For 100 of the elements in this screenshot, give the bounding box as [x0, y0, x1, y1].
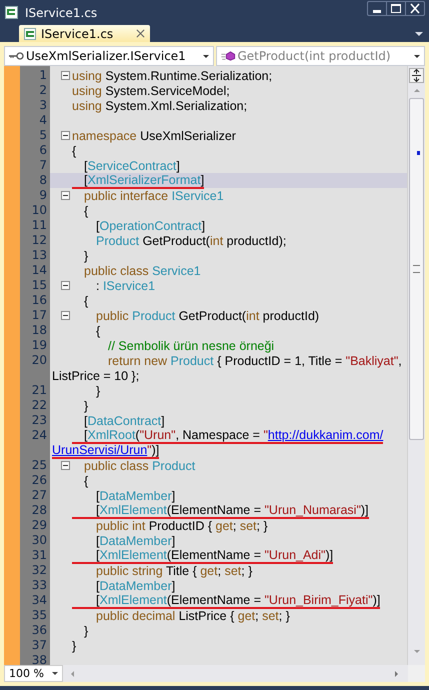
line-number: 20 [32, 353, 47, 367]
code-line: Product GetProduct(int productId); [95, 234, 286, 248]
line-number: 27 [32, 488, 47, 502]
line-number: 9 [39, 188, 47, 202]
collapse-icon[interactable] [61, 131, 70, 140]
collapse-icon[interactable] [61, 281, 70, 290]
splitter-icon[interactable] [409, 68, 424, 83]
code-line: { [83, 474, 88, 488]
collapse-icon[interactable] [61, 71, 70, 80]
code-line: // Sembolik ürün nesne örneği [107, 338, 274, 352]
vertical-scrollbar[interactable] [407, 66, 425, 665]
line-number: 4 [39, 113, 47, 127]
code-line: public class Product [83, 458, 196, 472]
code-line: [XmlElement(ElementName = "Urun_Adi")] [72, 548, 334, 564]
code-line: { [72, 144, 76, 158]
line-number: 17 [32, 308, 47, 322]
member-dropdown[interactable]: GetProduct(int productId) [216, 46, 425, 66]
line-number: 28 [32, 503, 47, 517]
code-line: [XmlSerializerFormat] [72, 172, 204, 188]
code-line: } [83, 398, 88, 412]
line-number: 2 [39, 83, 47, 97]
window-title: IService1.cs [25, 6, 98, 20]
type-dropdown[interactable]: UseXmlSerializer.IService1 [4, 46, 214, 66]
csharp-file-icon [5, 6, 18, 19]
code-line: namespace UseXmlSerializer [72, 128, 236, 142]
horizontal-scrollbar[interactable] [63, 665, 408, 682]
line-number: 37 [32, 638, 47, 652]
code-line: [OperationContract] [95, 218, 206, 232]
code-line: } [95, 384, 100, 398]
code-line: [XmlRoot("Urun", Namespace = "http://dukkanim.com/ [72, 428, 384, 444]
code-line: using System.ServiceModel; [72, 84, 230, 98]
collapse-icon[interactable] [61, 461, 70, 470]
code-line: UrunServisi/Urun")] [52, 442, 160, 458]
code-line: public class Service1 [83, 264, 201, 278]
line-number: 24 [32, 428, 47, 442]
code-line: [DataContract] [83, 414, 165, 428]
line-number: 30 [32, 533, 47, 547]
line-number: 36 [32, 623, 47, 637]
line-number: 25 [32, 458, 47, 472]
line-number: 1 [39, 68, 47, 82]
collapse-icon[interactable] [61, 191, 70, 200]
code-line: using System.Xml.Serialization; [72, 98, 248, 112]
code-line: public interface IService1 [83, 188, 224, 202]
line-number: 19 [32, 338, 47, 352]
code-line: [XmlElement(ElementName = "Urun_Numarasi")] [72, 502, 369, 518]
code-line: { [83, 294, 88, 308]
line-number: 23 [32, 413, 47, 427]
line-number: 7 [39, 158, 47, 172]
caret-icon [52, 672, 58, 675]
caret-icon [414, 54, 420, 58]
scroll-thumb[interactable] [409, 98, 424, 440]
line-number: 14 [32, 263, 47, 277]
code-line: [DataMember] [95, 488, 176, 502]
csharp-file-icon [24, 28, 36, 40]
line-number: 16 [32, 293, 47, 307]
code-line: { [95, 324, 100, 338]
line-number: 3 [39, 98, 47, 112]
line-number: 26 [32, 473, 47, 487]
key-icon [8, 51, 24, 61]
close-tab-icon[interactable] [136, 29, 145, 38]
code-line: public string Title { get; set; } [95, 564, 252, 578]
line-number: 35 [32, 608, 47, 622]
line-number: 15 [32, 278, 47, 292]
code-line: [DataMember] [95, 534, 176, 548]
line-number: 34 [32, 593, 47, 607]
code-line: public Product GetProduct(int productId) [95, 308, 320, 322]
code-line: } [83, 248, 88, 262]
line-number: 10 [32, 203, 47, 217]
code-line: ListPrice = 10 }; [52, 368, 140, 382]
line-number: 18 [32, 323, 47, 337]
code-line: [ServiceContract] [83, 158, 180, 172]
scroll-right-icon[interactable] [395, 670, 398, 676]
line-number: 32 [32, 563, 47, 577]
line-number: 12 [32, 233, 47, 247]
zoom-dropdown[interactable]: 100 % [4, 665, 63, 682]
line-number: 31 [32, 548, 47, 562]
tab-list-caret-icon[interactable] [415, 32, 423, 36]
code-line: public decimal ListPrice { get; set; } [95, 608, 290, 622]
code-line: [DataMember] [95, 578, 176, 592]
code-line: public int ProductID { get; set; } [95, 518, 268, 532]
code-line: { [83, 204, 88, 218]
caret-position-marker [417, 151, 420, 155]
line-number: 29 [32, 518, 47, 532]
code-line: } [83, 624, 88, 638]
caret-icon [202, 54, 208, 58]
document-tab[interactable]: IService1.cs [19, 25, 150, 42]
code-line: return new Product { ProductID = 1, Title = "Bakliyat", [107, 354, 402, 368]
line-number: 13 [32, 248, 47, 262]
line-number: 8 [39, 173, 47, 187]
line-number: 38 [32, 653, 47, 665]
line-number: 11 [32, 218, 47, 232]
line-number: 5 [39, 128, 47, 142]
line-number: 6 [39, 143, 47, 157]
code-line: using System.Runtime.Serialization; [72, 68, 272, 82]
collapse-icon[interactable] [61, 311, 70, 320]
code-line: [XmlElement(ElementName = "Urun_Birim_Fiyati")] [72, 592, 380, 608]
code-line: : IService1 [95, 278, 156, 292]
code-line: } [72, 638, 76, 652]
method-icon [220, 51, 236, 61]
line-number: 21 [32, 383, 47, 397]
